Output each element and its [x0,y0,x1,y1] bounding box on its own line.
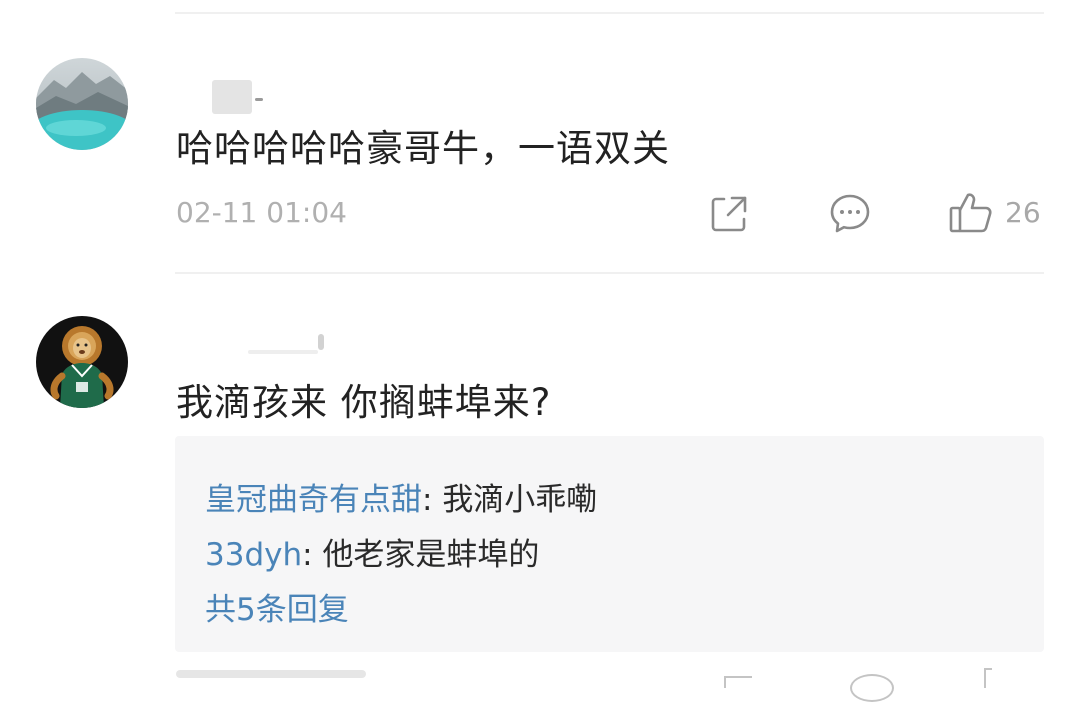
reply-item: 皇冠曲奇有点甜: 我滴小乖嘞 [205,474,597,519]
comment-timestamp: 02-11 01:04 [176,196,347,229]
replies-preview[interactable]: 皇冠曲奇有点甜: 我滴小乖嘞 33dyh: 他老家是蚌埠的 共5条回复 [175,436,1044,652]
like-count: 26 [1005,196,1041,229]
reply-text: 我滴小乖嘞 [442,482,598,518]
reply-separator: : [422,482,443,518]
top-divider [175,12,1044,14]
thumbs-up-icon-cut-off[interactable] [984,668,992,688]
comment-text: 哈哈哈哈哈豪哥牛，一语双关 [176,127,670,170]
comment-text: 我滴孩来 你搁蚌埠来? [176,381,552,424]
share-icon[interactable] [708,193,750,239]
username-redacted[interactable] [212,80,252,114]
username-redacted-mark [255,98,263,101]
thumbs-up-icon[interactable] [948,191,994,239]
reply-author[interactable]: 皇冠曲奇有点甜 [205,482,422,518]
view-all-replies-link[interactable]: 共5条回复 [205,584,349,629]
avatar[interactable] [36,316,128,408]
timestamp-cut-off [176,670,376,686]
username-redacted-mark [318,334,324,350]
reply-item: 33dyh: 他老家是蚌埠的 [205,529,539,574]
reply-author[interactable]: 33dyh [205,537,302,573]
share-icon-cut-off[interactable] [724,676,752,688]
reply-text: 他老家是蚌埠的 [322,537,540,573]
comment-icon-cut-off[interactable] [850,674,894,702]
avatar[interactable] [36,58,128,150]
comment-divider [175,272,1044,274]
reply-separator: : [302,537,323,573]
comment-icon[interactable] [828,192,872,240]
username-redacted[interactable] [248,350,318,354]
